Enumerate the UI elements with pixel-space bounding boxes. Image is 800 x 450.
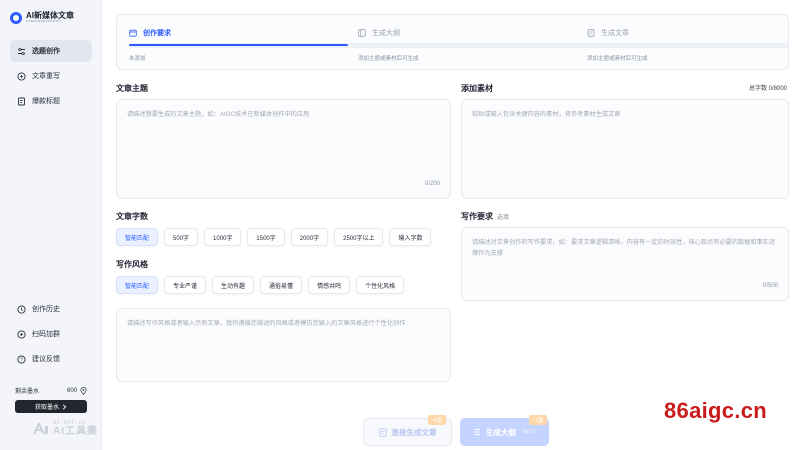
- sidebar: AI新媒体文章 AI NEW MEDIA ASSISTANT 选题创作 文章重写…: [0, 0, 102, 450]
- get-ink-button-label: 获取墨水: [34, 405, 59, 411]
- sidebar-item-feedback[interactable]: ? 建议反馈: [10, 348, 92, 370]
- sidebar-item-label: 文章重写: [32, 73, 60, 80]
- length-option-1000[interactable]: 1000字: [204, 228, 242, 246]
- topic-input[interactable]: 请描述想要生成的文章主题，如：AIGC技术在新媒体创作中的应用 0/200: [116, 99, 451, 199]
- brand[interactable]: AI新媒体文章 AI NEW MEDIA ASSISTANT: [10, 12, 74, 24]
- style-option-lively[interactable]: 生动有趣: [212, 276, 255, 294]
- outline-cost-badge: -1墨: [529, 415, 548, 425]
- style-placeholder: 请描述写作风格或者输入示例文章，我将遵循您描述的风格或者模仿您输入的文章风格进行…: [127, 320, 406, 327]
- length-label: 文章字数: [116, 212, 148, 221]
- style-option-personalized[interactable]: 个性化风格: [356, 276, 405, 294]
- style-option-professional[interactable]: 专业严谨: [164, 276, 207, 294]
- next-hint: NEXT: [522, 429, 537, 435]
- requirements-label-text: 写作要求: [461, 212, 493, 221]
- step-title: 生成大纲: [372, 30, 400, 37]
- sidebar-item-rewrite[interactable]: 文章重写: [10, 65, 92, 87]
- sidebar-item-viral-title[interactable]: 爆款标题: [10, 90, 92, 112]
- requirements-label: 写作要求 选填: [461, 211, 509, 222]
- outline-icon: [358, 29, 366, 37]
- style-input[interactable]: 请描述写作风格或者输入示例文章，我将遵循您描述的风格或者模仿您输入的文章风格进行…: [116, 308, 451, 382]
- sidebar-item-label: 选题创作: [32, 48, 60, 55]
- doc-icon: [17, 97, 26, 106]
- sidebar-item-topic-creation[interactable]: 选题创作: [10, 40, 92, 62]
- length-option-2000[interactable]: 2000字: [290, 228, 329, 246]
- requirements-optional: 选填: [497, 215, 510, 221]
- article-icon: [378, 427, 387, 437]
- requirements-char-count: 0/500: [762, 282, 778, 289]
- qr-icon: [17, 329, 26, 339]
- step-desc: 未添加: [129, 56, 146, 62]
- length-option-smart[interactable]: 智能匹配: [116, 228, 159, 246]
- brand-logo-icon: [10, 12, 22, 24]
- topic-placeholder: 请描述想要生成的文章主题，如：AIGC技术在新媒体创作中的应用: [127, 111, 310, 118]
- style-option-emotional[interactable]: 情感共鸣: [308, 276, 351, 294]
- length-custom-input[interactable]: 输入字数: [389, 228, 432, 246]
- get-ink-button[interactable]: 获取墨水: [15, 400, 87, 413]
- step-title: 生成文章: [601, 30, 629, 37]
- watermark-name: AI工具集: [53, 426, 98, 437]
- material-label: 添加素材: [461, 84, 493, 93]
- main-panel: 创作要求 生成大纲 生成文章 未添加 添加主题或素材后可生成 添加主题或素材后可…: [102, 0, 800, 450]
- style-option-smart[interactable]: 智能匹配: [116, 276, 159, 294]
- brand-title: AI新媒体文章: [26, 11, 74, 21]
- clock-icon: [17, 304, 26, 314]
- length-option-500[interactable]: 500字: [164, 228, 199, 246]
- requirements-placeholder: 请描述对文章创作的写作要求，如：要求文章逻辑清晰，内容有一定的时效性，核心观点有…: [472, 239, 776, 257]
- sidebar-bottom-nav: 创作历史 扫码加群 ? 建议反馈: [10, 298, 92, 373]
- style-option-plain[interactable]: 通俗易懂: [260, 276, 303, 294]
- topic-label: 文章主题: [116, 84, 148, 93]
- step-requirements[interactable]: 创作要求: [129, 28, 171, 38]
- material-word-count: 总字数 0/8000: [748, 86, 787, 92]
- sidebar-nav: 选题创作 文章重写 爆款标题: [10, 40, 92, 115]
- length-options: 智能匹配 500字 1000字 1500字 2000字 2500字以上 输入字数: [116, 228, 432, 246]
- brand-subtitle: AI NEW MEDIA ASSISTANT: [26, 20, 62, 24]
- location-pin-icon: [80, 386, 87, 395]
- sidebar-item-history[interactable]: 创作历史: [10, 298, 92, 320]
- step-desc: 添加主题或素材后可生成: [358, 56, 419, 62]
- ink-balance-value: 600: [66, 387, 77, 394]
- sidebar-item-label: 爆款标题: [32, 98, 60, 105]
- step-progress-fill: [129, 44, 348, 46]
- sidebar-item-label: 创作历史: [32, 306, 60, 313]
- direct-cost-badge: -4墨: [428, 415, 447, 425]
- style-options: 智能匹配 专业严谨 生动有趣 通俗易懂 情感共鸣 个性化风格: [116, 276, 405, 294]
- ink-balance: 剩余墨水 600: [15, 386, 87, 395]
- list-icon: [473, 428, 481, 436]
- ink-balance-label: 剩余墨水: [15, 389, 40, 395]
- generate-article-label: 直接生成文章: [391, 427, 437, 437]
- calendar-icon: [129, 29, 137, 37]
- generate-outline-label: 生成大纲: [485, 427, 516, 437]
- sliders-icon: [17, 47, 26, 56]
- article-icon: [587, 29, 595, 37]
- step-desc: 添加主题或素材后可生成: [587, 56, 648, 62]
- site-watermark: 86aigc.cn: [664, 398, 767, 423]
- step-outline[interactable]: 生成大纲: [358, 28, 400, 38]
- sidebar-item-join-group[interactable]: 扫码加群: [10, 323, 92, 345]
- help-icon: ?: [17, 354, 26, 364]
- svg-text:?: ?: [20, 357, 23, 363]
- step-progress: 创作要求 生成大纲 生成文章 未添加 添加主题或素材后可生成 添加主题或素材后可…: [116, 14, 789, 70]
- sidebar-item-label: 扫码加群: [32, 331, 60, 338]
- step-title: 创作要求: [143, 30, 171, 37]
- material-placeholder: 粘贴或输入包含关键内容的素材，将参考素材生成文章: [472, 111, 621, 118]
- length-option-1500[interactable]: 1500字: [247, 228, 285, 246]
- topic-char-count: 0/200: [424, 180, 440, 187]
- style-label: 写作风格: [116, 260, 148, 269]
- sidebar-item-label: 建议反馈: [32, 356, 60, 363]
- length-option-2500plus[interactable]: 2500字以上: [334, 228, 384, 246]
- rewrite-icon: [17, 71, 26, 81]
- requirements-input[interactable]: 请描述对文章创作的写作要求，如：要求文章逻辑清晰，内容有一定的时效性，核心观点有…: [461, 227, 789, 301]
- material-input[interactable]: 粘贴或输入包含关键内容的素材，将参考素材生成文章: [461, 99, 789, 199]
- chevron-right-icon: [62, 403, 67, 410]
- ai-bot-watermark: ai-bot.cn AI工具集: [32, 420, 98, 437]
- step-article[interactable]: 生成文章: [587, 28, 629, 38]
- watermark-logo-icon: [32, 421, 50, 436]
